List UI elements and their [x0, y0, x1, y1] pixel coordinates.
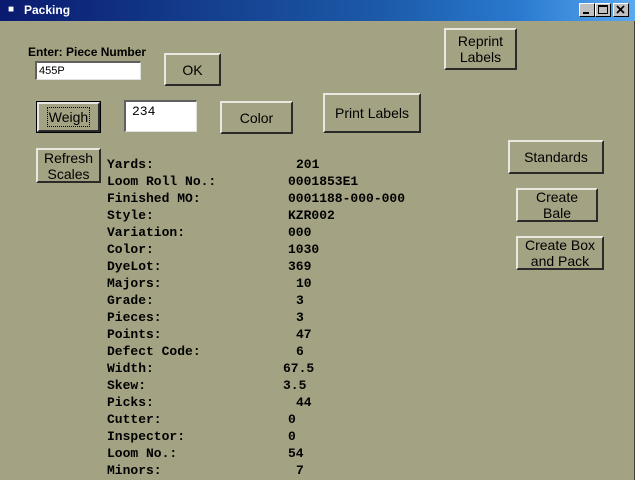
detail-label: Width:	[107, 361, 154, 376]
weigh-button[interactable]: Weigh	[36, 101, 101, 133]
detail-value: 201	[296, 157, 320, 172]
detail-value: 000	[288, 225, 312, 240]
standards-button-label: Standards	[524, 149, 588, 165]
detail-label: Finished MO:	[107, 191, 201, 206]
app-icon[interactable]: ■	[5, 4, 17, 16]
close-icon	[616, 5, 625, 14]
piece-number-input[interactable]: 455P	[35, 61, 141, 80]
detail-value: 44	[296, 395, 312, 410]
minimize-icon	[583, 12, 589, 14]
ok-button[interactable]: OK	[164, 53, 221, 86]
detail-label: Skew:	[107, 378, 147, 393]
create-box-and-pack-button[interactable]: Create Box and Pack	[516, 236, 604, 270]
piece-number-label: Enter: Piece Number	[28, 45, 147, 59]
detail-label: Points:	[107, 327, 162, 342]
minimize-button[interactable]	[579, 3, 595, 17]
detail-label: Majors:	[107, 276, 162, 291]
detail-value: 10	[296, 276, 312, 291]
detail-label: Pieces:	[107, 310, 162, 325]
color-button[interactable]: Color	[220, 101, 293, 134]
detail-label: Defect Code:	[107, 344, 201, 359]
refresh-scales-button-label: Refresh Scales	[43, 149, 94, 182]
detail-label: Variation:	[107, 225, 186, 240]
maximize-icon	[598, 5, 608, 14]
detail-value: 0	[288, 429, 296, 444]
window-title: Packing	[24, 3, 71, 17]
detail-label: Picks:	[107, 395, 154, 410]
detail-label: Style:	[107, 208, 154, 223]
weight-input[interactable]: 234	[124, 100, 197, 132]
detail-label: Loom Roll No.:	[107, 174, 217, 189]
detail-label: Color:	[107, 242, 154, 257]
detail-label: Cutter:	[107, 412, 162, 427]
detail-value: 3	[296, 293, 304, 308]
detail-value: KZR002	[288, 208, 335, 223]
maximize-button[interactable]	[595, 3, 611, 17]
color-button-label: Color	[239, 109, 274, 126]
detail-label: DyeLot:	[107, 259, 162, 274]
detail-label: Yards:	[107, 157, 154, 172]
reprint-labels-button-label: Reprint Labels	[457, 33, 504, 65]
detail-label: Loom No.:	[107, 446, 178, 461]
detail-value: 3	[296, 310, 304, 325]
weigh-button-label: Weigh	[46, 107, 91, 127]
standards-button[interactable]: Standards	[508, 140, 604, 174]
detail-value: 6	[296, 344, 304, 359]
title-bar[interactable]: ■ Packing	[0, 0, 635, 21]
detail-value: 1030	[288, 242, 320, 257]
detail-value: 369	[288, 259, 312, 274]
print-labels-button-label: Print Labels	[335, 105, 409, 121]
ok-button-label: OK	[182, 61, 203, 78]
print-labels-button[interactable]: Print Labels	[323, 93, 421, 133]
close-button[interactable]	[613, 3, 629, 17]
detail-value: 0	[288, 412, 296, 427]
detail-value: 67.5	[283, 361, 315, 376]
detail-value: 3.5	[283, 378, 307, 393]
detail-value: 7	[296, 463, 304, 478]
detail-value: 0001853E1	[288, 174, 359, 189]
detail-value: 47	[296, 327, 312, 342]
detail-label: Minors:	[107, 463, 162, 478]
detail-value: 54	[288, 446, 304, 461]
detail-value: 0001188-000-000	[288, 191, 406, 206]
create-box-and-pack-button-label: Create Box and Pack	[524, 237, 596, 269]
detail-label: Inspector:	[107, 429, 186, 444]
reprint-labels-button[interactable]: Reprint Labels	[444, 28, 517, 70]
detail-label: Grade:	[107, 293, 154, 308]
create-bale-button-label: Create Bale	[535, 189, 579, 221]
packing-window: ■ Packing Enter: Piece Number 455P OK We…	[0, 0, 635, 480]
create-bale-button[interactable]: Create Bale	[516, 188, 598, 222]
refresh-scales-button[interactable]: Refresh Scales	[36, 148, 101, 183]
